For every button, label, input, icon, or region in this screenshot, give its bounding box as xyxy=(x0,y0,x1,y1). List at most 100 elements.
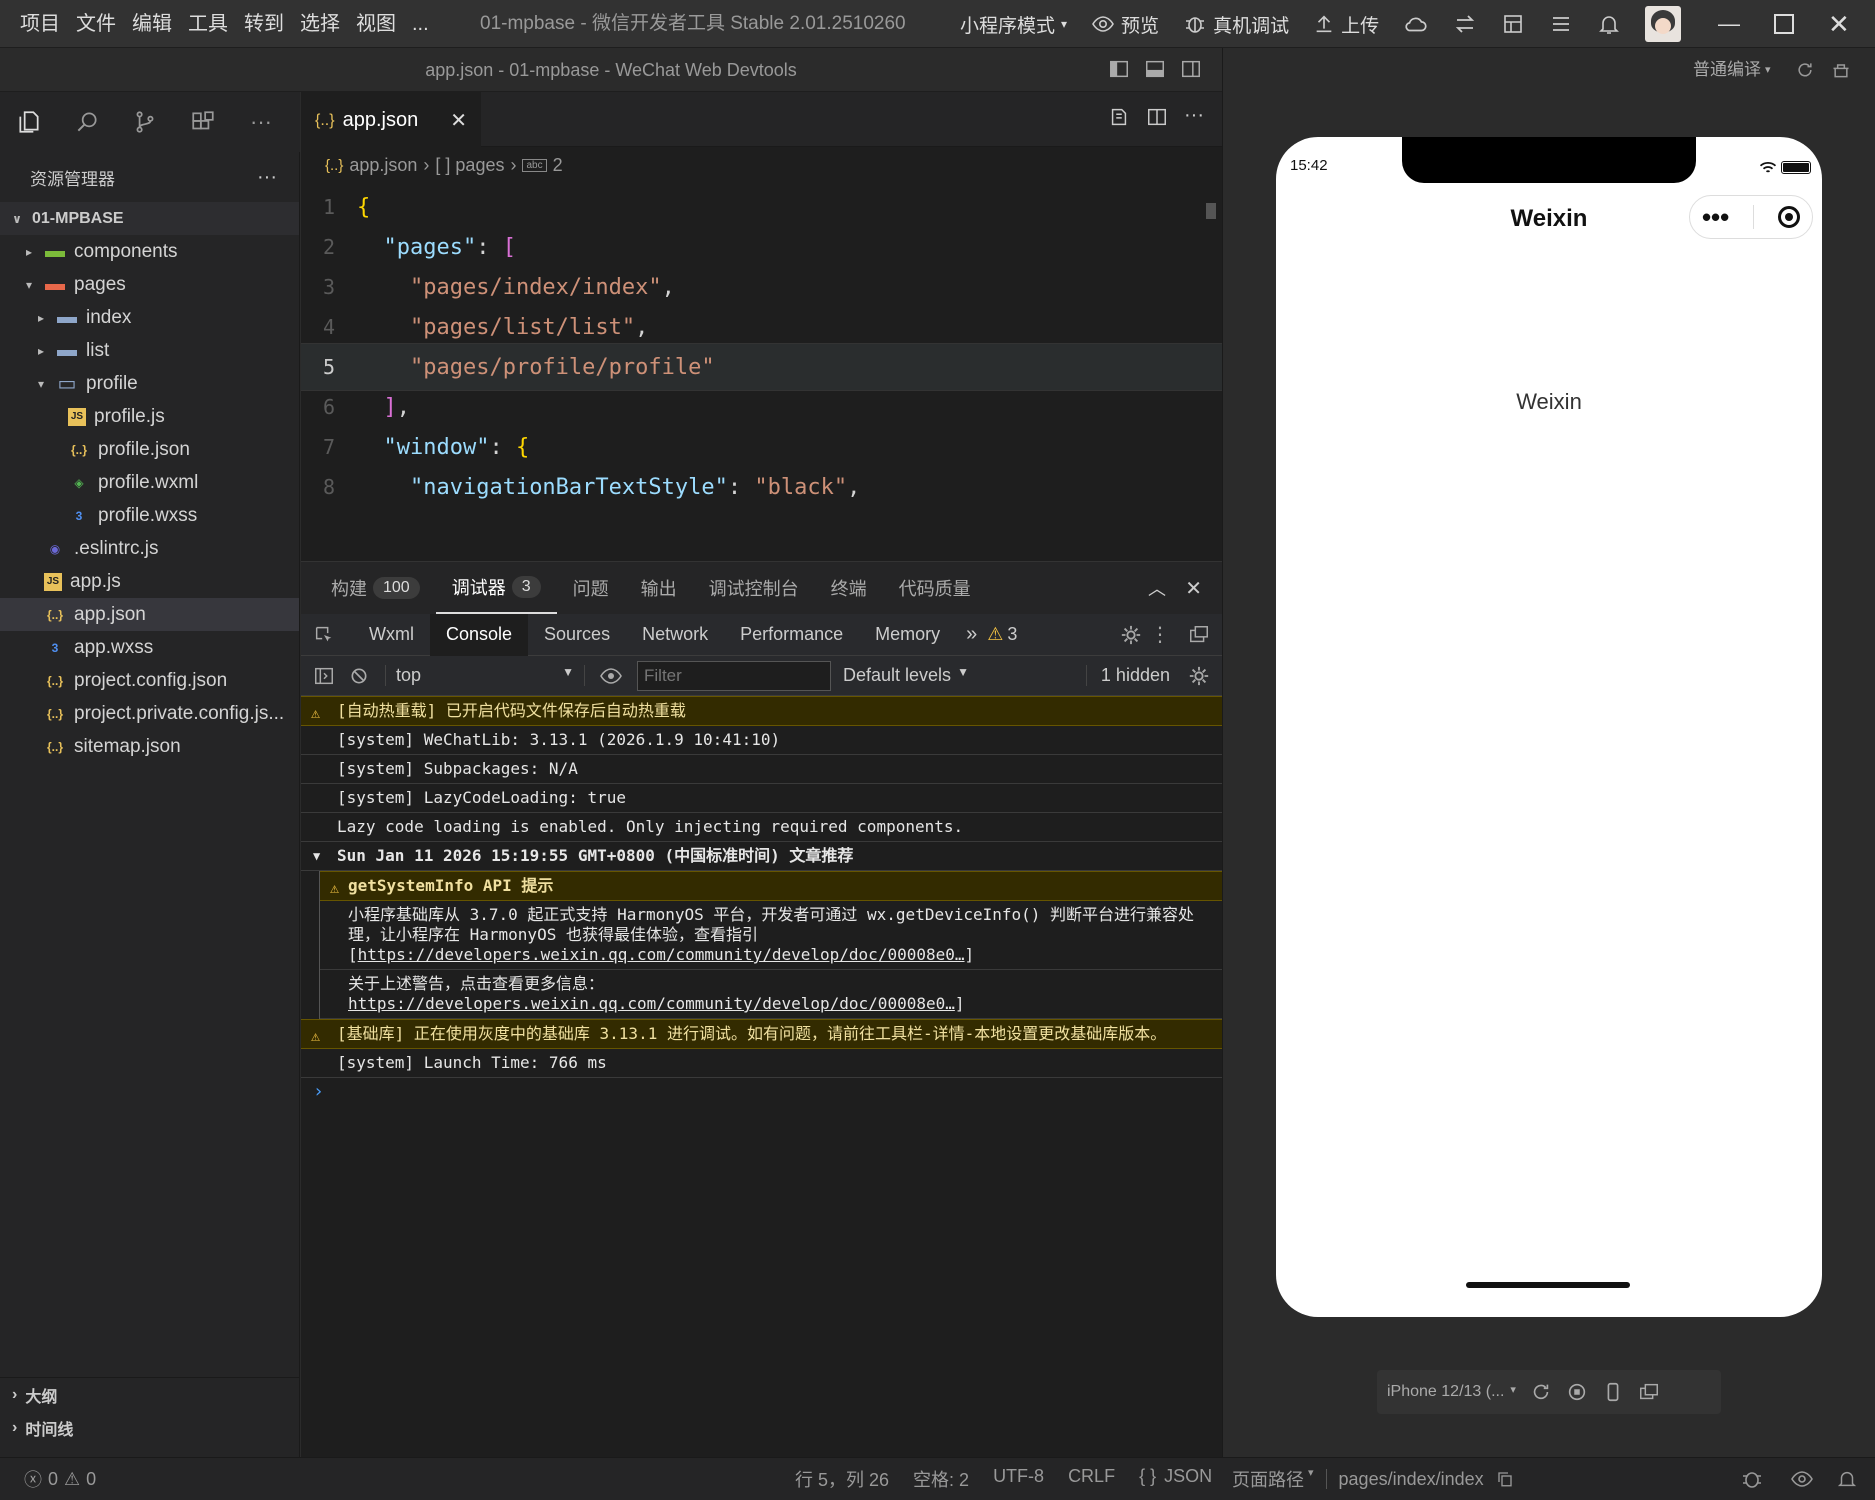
tree-item[interactable]: {..} profile.json xyxy=(0,433,299,466)
preview-button[interactable]: 预览 xyxy=(1091,0,1159,48)
avatar[interactable] xyxy=(1645,6,1682,42)
cloud-icon[interactable] xyxy=(1403,11,1429,37)
warning-counter[interactable]: ⚠ 3 xyxy=(987,624,1017,645)
tab-app-json[interactable]: {..} app.json ✕ xyxy=(301,92,481,147)
context-select[interactable]: top ▼ xyxy=(385,665,585,686)
notifications-icon[interactable] xyxy=(1836,1468,1858,1490)
devtools-menu-icon[interactable]: ⋮ xyxy=(1150,622,1170,647)
open-changes-icon[interactable] xyxy=(1108,106,1130,128)
project-root[interactable]: ∨ 01-MPBASE xyxy=(0,202,299,235)
explorer-tab[interactable] xyxy=(0,92,58,152)
more-info-link[interactable]: https://developers.weixin.qq.com/communi… xyxy=(348,994,955,1013)
devtools-tab[interactable]: Wxml xyxy=(353,614,430,656)
layout-icon[interactable] xyxy=(1501,12,1525,36)
close-icon[interactable]: ✕ xyxy=(1828,9,1850,40)
timeline-section[interactable]: › 时间线 xyxy=(0,1411,300,1444)
inspect-element-icon[interactable] xyxy=(313,624,335,646)
breadcrumb-pages[interactable]: [ ] pages xyxy=(435,155,504,176)
more-actions-icon[interactable]: ··· xyxy=(1184,105,1204,128)
clear-console-icon[interactable] xyxy=(349,666,369,686)
device-select[interactable]: iPhone 12/13 (... ▾ xyxy=(1387,1383,1516,1401)
problems-indicator[interactable]: ⓧ 0 ⚠ 0 xyxy=(24,1466,96,1492)
console-settings-icon[interactable] xyxy=(1188,665,1210,687)
tree-item[interactable]: ▸ ▬ list xyxy=(0,334,299,367)
code-editor[interactable]: 1 {2 "pages": [3 "pages/index/index", 4 "p… xyxy=(301,183,1222,561)
devtools-tab[interactable]: Memory xyxy=(859,614,956,656)
compile-dropdown[interactable]: 普通编译 ▾ xyxy=(1693,48,1771,92)
panel-tab[interactable]: 问题 xyxy=(557,562,625,614)
language-mode[interactable]: { } JSON xyxy=(1139,1466,1212,1492)
panel-tab[interactable]: 输出 xyxy=(625,562,693,614)
toggle-simulator-icon[interactable] xyxy=(1180,58,1202,80)
more-menu-icon[interactable]: ••• xyxy=(1702,204,1729,230)
panel-tab[interactable]: 调试器 3 xyxy=(435,562,557,614)
close-tab-icon[interactable]: ✕ xyxy=(450,108,467,133)
source-control-tab[interactable] xyxy=(116,92,174,152)
explorer-more-icon[interactable]: ··· xyxy=(257,166,277,189)
page-path-dropdown[interactable]: 页面路径 ▾ xyxy=(1232,1466,1314,1492)
encoding[interactable]: UTF-8 xyxy=(993,1466,1044,1492)
tree-item[interactable]: ▾ ▭ profile xyxy=(0,367,299,400)
toggle-sidebar-icon[interactable] xyxy=(1108,58,1130,80)
tree-item[interactable]: 3 app.wxss xyxy=(0,631,299,664)
console-prompt[interactable]: › xyxy=(301,1078,1222,1106)
menu-item[interactable]: 视图 xyxy=(348,0,404,48)
menu-item[interactable]: 项目 xyxy=(12,0,68,48)
filter-input[interactable] xyxy=(637,660,831,691)
tree-item[interactable]: ▾ ▬ pages xyxy=(0,268,299,301)
rotate-icon[interactable] xyxy=(1530,1381,1552,1403)
split-editor-icon[interactable] xyxy=(1146,106,1168,128)
code-line[interactable]: 8 "navigationBarTextStyle": "black", xyxy=(301,463,1222,511)
panel-tab[interactable]: 代码质量 xyxy=(883,562,987,614)
close-panel-icon[interactable]: ✕ xyxy=(1185,576,1202,601)
menu-item[interactable]: 编辑 xyxy=(124,0,180,48)
tree-item[interactable]: ◉ .eslintrc.js xyxy=(0,532,299,565)
cursor-position[interactable]: 行 5，列 26 xyxy=(795,1466,889,1492)
more-icon[interactable]: ··· xyxy=(232,92,290,152)
devtools-tab[interactable]: Network xyxy=(626,614,724,656)
outline-section[interactable]: › 大纲 xyxy=(0,1378,300,1411)
tree-item[interactable]: {..} sitemap.json xyxy=(0,730,299,763)
tree-item[interactable]: 3 profile.wxss xyxy=(0,499,299,532)
tree-item[interactable]: JS profile.js xyxy=(0,400,299,433)
eye-icon[interactable] xyxy=(1790,1467,1814,1491)
menu-icon[interactable] xyxy=(1549,12,1573,36)
menu-item[interactable]: ... xyxy=(404,0,437,48)
stop-icon[interactable] xyxy=(1566,1381,1588,1403)
toggle-panel-icon[interactable] xyxy=(1144,58,1166,80)
search-tab[interactable] xyxy=(58,92,116,152)
panel-tab[interactable]: 调试控制台 xyxy=(693,562,815,614)
tree-item[interactable]: {..} project.private.config.js... xyxy=(0,697,299,730)
breadcrumb-index[interactable]: 2 xyxy=(553,155,563,176)
menu-item[interactable]: 选择 xyxy=(292,0,348,48)
menu-item[interactable]: 转到 xyxy=(236,0,292,48)
bug-icon[interactable] xyxy=(1740,1467,1764,1491)
device-debug-button[interactable]: 真机调试 xyxy=(1183,0,1289,48)
guide-link[interactable]: https://developers.weixin.qq.com/communi… xyxy=(358,945,965,964)
sidebar-toggle-icon[interactable] xyxy=(313,665,335,687)
tree-item[interactable]: ▸ ▬ index xyxy=(0,301,299,334)
close-miniprogram-icon[interactable] xyxy=(1778,206,1801,228)
tree-item[interactable]: ▸ ▬ components xyxy=(0,235,299,268)
maximize-panel-icon[interactable]: ︿ xyxy=(1148,575,1166,601)
tree-item[interactable]: {..} app.json xyxy=(0,598,299,631)
devtools-tab[interactable]: Console xyxy=(429,613,529,656)
tree-item[interactable]: ◈ profile.wxml xyxy=(0,466,299,499)
extensions-tab[interactable] xyxy=(174,92,232,152)
breadcrumb-file[interactable]: app.json xyxy=(349,155,417,176)
menu-item[interactable]: 文件 xyxy=(68,0,124,48)
panel-tab[interactable]: 构建 100 xyxy=(315,562,436,614)
more-tabs-icon[interactable]: » xyxy=(956,623,987,646)
undock-icon[interactable] xyxy=(1188,624,1210,646)
swap-icon[interactable] xyxy=(1453,12,1477,36)
tree-item[interactable]: {..} project.config.json xyxy=(0,664,299,697)
minimize-icon[interactable]: — xyxy=(1718,11,1740,37)
devtools-tab[interactable]: Performance xyxy=(724,614,859,656)
phone-icon[interactable] xyxy=(1602,1381,1624,1403)
devtools-settings-icon[interactable] xyxy=(1120,624,1142,646)
bell-icon[interactable] xyxy=(1597,12,1621,36)
refresh-icon[interactable] xyxy=(1795,60,1815,80)
devtools-tab[interactable]: Sources xyxy=(528,614,626,656)
clear-cache-icon[interactable] xyxy=(1831,60,1851,80)
menu-item[interactable]: 工具 xyxy=(180,0,236,48)
